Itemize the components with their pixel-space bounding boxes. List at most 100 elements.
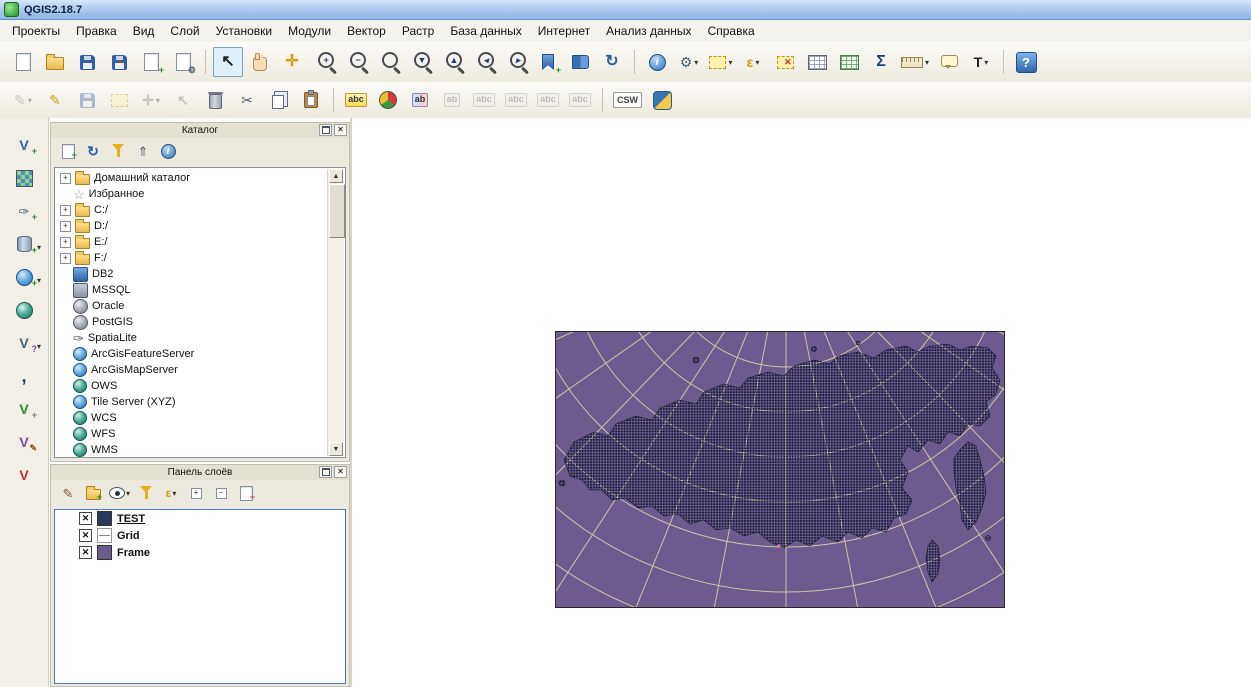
expander-icon[interactable]: + (60, 253, 71, 264)
add-spatialite-layer-button[interactable]: ✑+ (9, 198, 39, 224)
field-calculator-button[interactable] (834, 47, 864, 77)
zoom-next-button[interactable]: ▸ (501, 47, 531, 77)
tree-item-arcgis-feature[interactable]: ArcGisFeatureServer (57, 346, 327, 362)
tree-item-wcs[interactable]: WCS (57, 410, 327, 426)
tree-item-spatialite[interactable]: ✑SpatiaLite (57, 330, 327, 346)
measure-line-button[interactable]: ▾ (898, 47, 932, 77)
move-label-button[interactable]: abc (533, 85, 563, 115)
run-feature-action-button[interactable]: ⚙▾ (674, 47, 704, 77)
add-raster-layer-button[interactable] (9, 165, 39, 191)
menu-settings[interactable]: Установки (208, 21, 280, 41)
new-project-button[interactable] (8, 47, 38, 77)
toggle-editing-button[interactable]: ✎ (40, 85, 70, 115)
python-console-button[interactable] (647, 85, 677, 115)
menu-processing[interactable]: Анализ данных (598, 21, 699, 41)
highlight-pinned-labels-button[interactable]: ab (437, 85, 467, 115)
remove-layer-button[interactable]: − (235, 482, 257, 504)
add-vector-layer-button[interactable]: V+ (9, 132, 39, 158)
cut-features-button[interactable]: ✂ (232, 85, 262, 115)
properties-button[interactable]: i (157, 140, 179, 162)
tree-item-tile-server[interactable]: Tile Server (XYZ) (57, 394, 327, 410)
menu-help[interactable]: Справка (700, 21, 763, 41)
open-project-button[interactable] (40, 47, 70, 77)
paste-features-button[interactable] (296, 85, 326, 115)
touch-zoom-pan-button[interactable]: ↖ (213, 47, 243, 77)
browser-float-button[interactable] (319, 124, 332, 136)
add-delimited-text-layer-button[interactable]: , (9, 363, 39, 389)
refresh-browser-button[interactable]: ↻ (82, 140, 104, 162)
csw-search-button[interactable]: CSW (610, 85, 645, 115)
filter-browser-button[interactable] (107, 140, 129, 162)
delete-selected-button[interactable] (200, 85, 230, 115)
layers-panel-titlebar[interactable]: Панель слоёв ✕ (51, 465, 349, 480)
layers-close-button[interactable]: ✕ (334, 466, 347, 478)
scroll-down-button[interactable]: ▼ (329, 442, 343, 456)
add-feature-button[interactable] (104, 85, 134, 115)
open-attribute-table-button[interactable] (802, 47, 832, 77)
menu-raster[interactable]: Растр (394, 21, 442, 41)
layer-checkbox[interactable]: ✕ (79, 529, 92, 542)
pan-map-button[interactable] (245, 47, 275, 77)
tree-item-home[interactable]: +Домашний каталог (57, 170, 327, 186)
save-project-button[interactable] (72, 47, 102, 77)
rotate-label-button[interactable]: abc (565, 85, 595, 115)
move-feature-button[interactable]: ↖ (168, 85, 198, 115)
zoom-to-layer-button[interactable]: ▲ (437, 47, 467, 77)
tree-item-arcgis-map[interactable]: ArcGisMapServer (57, 362, 327, 378)
expand-all-button[interactable]: + (185, 482, 207, 504)
menu-layer[interactable]: Слой (162, 21, 207, 41)
zoom-out-button[interactable]: − (341, 47, 371, 77)
tree-item-drive-e[interactable]: +E:/ (57, 234, 327, 250)
menu-plugins[interactable]: Модули (280, 21, 339, 41)
identify-features-button[interactable]: i (642, 47, 672, 77)
layer-checkbox[interactable]: ✕ (79, 512, 92, 525)
layer-row-test[interactable]: ✕ TEST (55, 510, 345, 527)
current-edits-button[interactable]: ✎▾ (8, 85, 38, 115)
add-wms-layer-button[interactable]: +▾ (9, 264, 39, 290)
browser-panel-titlebar[interactable]: Каталог ✕ (51, 123, 349, 138)
composer-manager-button[interactable]: ⚙ (168, 47, 198, 77)
expander-icon[interactable]: + (60, 221, 71, 232)
menu-view[interactable]: Вид (125, 21, 163, 41)
tree-item-wfs[interactable]: WFS (57, 426, 327, 442)
menu-database[interactable]: База данных (442, 21, 529, 41)
menu-vector[interactable]: Вектор (339, 21, 394, 41)
zoom-last-button[interactable]: ◂ (469, 47, 499, 77)
layers-float-button[interactable] (319, 466, 332, 478)
tree-item-oracle[interactable]: Oracle (57, 298, 327, 314)
expander-icon[interactable]: + (60, 237, 71, 248)
manage-layer-visibility-button[interactable]: ▾ (107, 482, 132, 504)
tree-item-postgis[interactable]: PostGIS (57, 314, 327, 330)
new-shapefile-layer-button[interactable]: V+ (9, 396, 39, 422)
filter-legend-button[interactable] (135, 482, 157, 504)
show-bookmarks-button[interactable] (565, 47, 595, 77)
text-annotation-button[interactable]: T▾ (966, 47, 996, 77)
node-tool-button[interactable]: ✛▾ (136, 85, 166, 115)
collapse-all-button[interactable]: ⇑ (132, 140, 154, 162)
deselect-all-button[interactable]: ✕ (770, 47, 800, 77)
tree-item-db2[interactable]: DB2 (57, 266, 327, 282)
zoom-to-selection-button[interactable]: ▼ (405, 47, 435, 77)
show-hide-labels-button[interactable]: abc (501, 85, 531, 115)
zoom-full-button[interactable] (373, 47, 403, 77)
browser-scrollbar[interactable]: ▲ ▼ (327, 169, 344, 456)
add-wcs-layer-button[interactable] (9, 297, 39, 323)
map-tips-button[interactable] (934, 47, 964, 77)
add-virtual-layer-button[interactable]: V?▾ (9, 330, 39, 356)
menu-projects[interactable]: Проекты (4, 21, 68, 41)
new-geopackage-layer-button[interactable]: V✎ (9, 429, 39, 455)
pan-to-selection-button[interactable]: ✛ (277, 47, 307, 77)
expander-icon[interactable]: + (60, 173, 71, 184)
open-layer-styling-button[interactable]: ✎ (57, 482, 79, 504)
new-temporary-scratch-layer-button[interactable]: V (9, 462, 39, 488)
select-by-expression-button[interactable]: ε▾ (738, 47, 768, 77)
tree-item-wms[interactable]: WMS (57, 442, 327, 458)
collapse-all-button[interactable]: − (210, 482, 232, 504)
new-print-composer-button[interactable]: + (136, 47, 166, 77)
browser-close-button[interactable]: ✕ (334, 124, 347, 136)
labeling-properties-button[interactable]: ab (405, 85, 435, 115)
tree-item-mssql[interactable]: MSSQL (57, 282, 327, 298)
zoom-in-button[interactable]: + (309, 47, 339, 77)
filter-legend-by-expression-button[interactable]: ε▾ (160, 482, 182, 504)
save-layer-edits-button[interactable]: ✎ (72, 85, 102, 115)
